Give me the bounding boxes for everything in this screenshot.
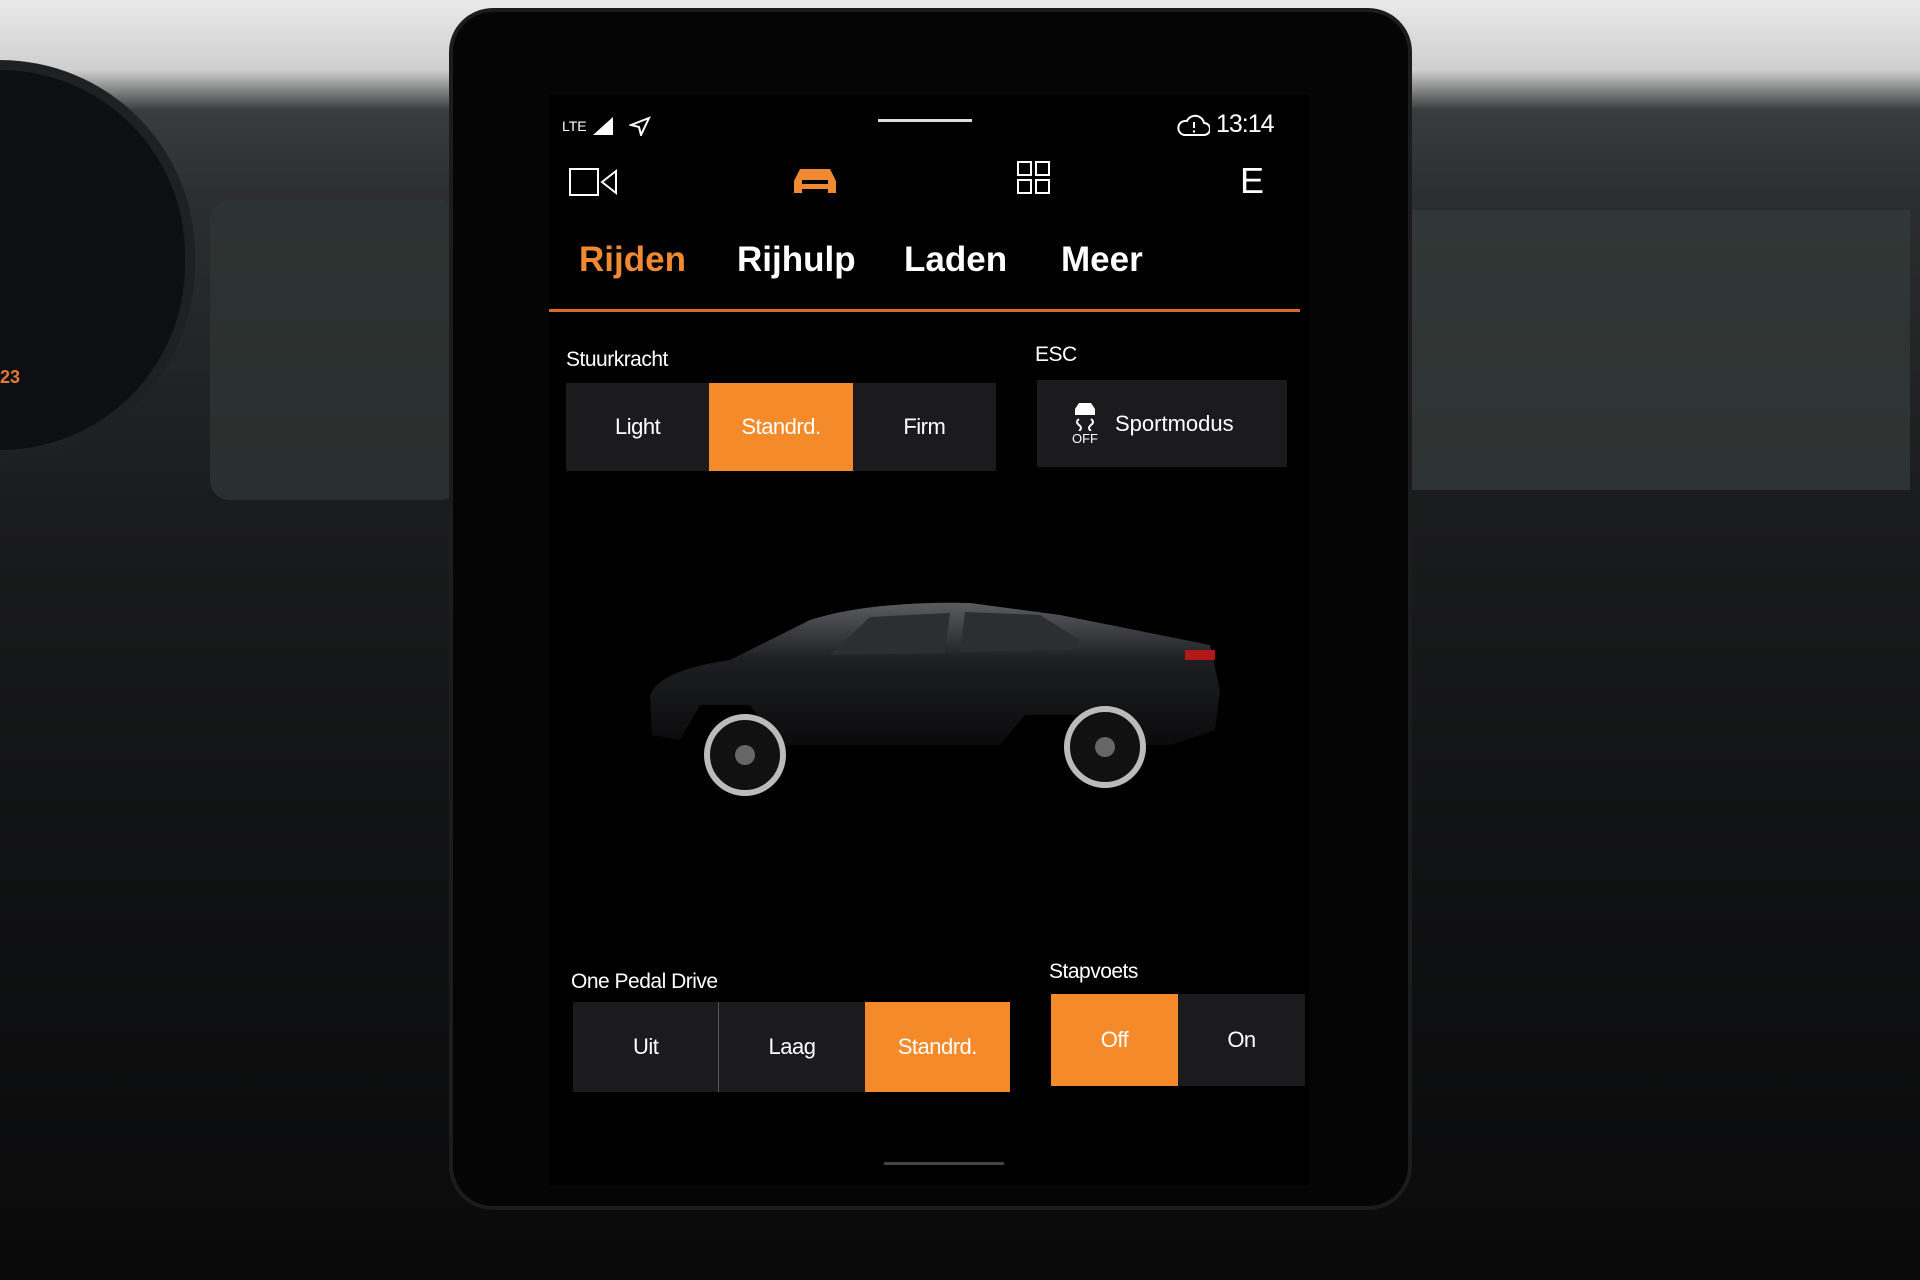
car-image — [650, 602, 1220, 796]
one-pedal-selector: Uit Laag Standrd. — [573, 1002, 1010, 1092]
creep-option-on[interactable]: On — [1178, 994, 1305, 1086]
profile-button[interactable]: E — [1240, 160, 1264, 202]
tab-divider — [549, 309, 1300, 312]
network-label: LTE — [562, 118, 587, 134]
esc-sport-mode-button[interactable]: OFF Sportmodus — [1037, 380, 1287, 467]
creep-label: Stapvoets — [1049, 960, 1138, 983]
status-right: 13:14 — [1176, 110, 1275, 139]
esc-off-icon: OFF — [1069, 401, 1101, 446]
creep-selector: Off On — [1051, 994, 1305, 1086]
tab-laden[interactable]: Laden — [904, 240, 1007, 280]
clock: 13:14 — [1216, 110, 1275, 138]
cloud-alert-icon — [1177, 114, 1210, 136]
steering-option-firm[interactable]: Firm — [853, 383, 996, 471]
location-arrow-icon — [628, 116, 651, 136]
esc-label: ESC — [1035, 343, 1077, 366]
steering-option-light[interactable]: Light — [566, 383, 709, 471]
steering-option-standard[interactable]: Standrd. — [709, 383, 853, 471]
air-vent-right — [1400, 210, 1910, 490]
camera-icon[interactable] — [569, 167, 619, 197]
steering-selector: Light Standrd. Firm — [566, 383, 996, 471]
tab-meer[interactable]: Meer — [1061, 240, 1143, 280]
tab-rijden[interactable]: Rijden — [579, 240, 686, 280]
tab-rijhulp[interactable]: Rijhulp — [737, 240, 856, 280]
creep-option-off[interactable]: Off — [1051, 994, 1178, 1086]
air-vent-left — [210, 200, 460, 500]
one-pedal-option-off[interactable]: Uit — [573, 1002, 718, 1092]
status-left: LTE — [562, 116, 651, 136]
apps-grid-icon[interactable] — [1017, 161, 1051, 195]
car-icon[interactable] — [790, 165, 840, 195]
one-pedal-option-standard[interactable]: Standrd. — [864, 1002, 1010, 1092]
one-pedal-option-low[interactable]: Laag — [718, 1002, 864, 1092]
steering-label: Stuurkracht — [566, 348, 668, 371]
home-indicator[interactable] — [884, 1162, 1004, 1165]
one-pedal-label: One Pedal Drive — [571, 970, 718, 993]
driver-display-value: 23 — [0, 367, 21, 387]
esc-sport-mode-label: Sportmodus — [1115, 410, 1234, 436]
notification-handle[interactable] — [878, 119, 972, 122]
signal-icon — [592, 117, 613, 135]
